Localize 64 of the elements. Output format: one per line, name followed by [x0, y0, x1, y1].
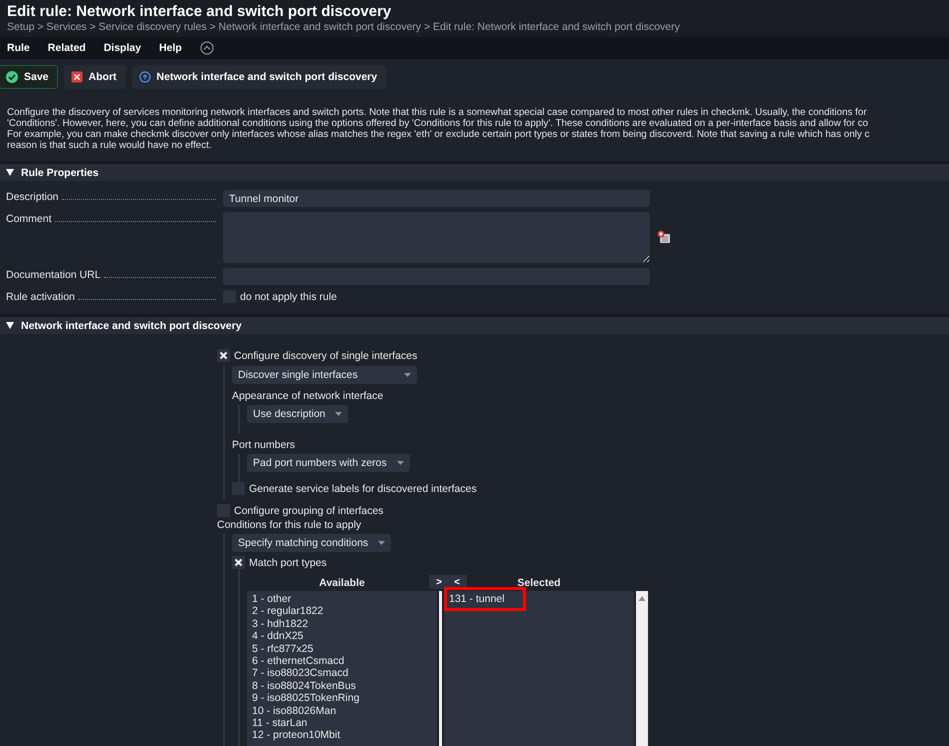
page-title: Edit rule: Network interface and switch port discovery	[7, 3, 392, 20]
arrow-up-icon	[138, 71, 151, 83]
field-label: Conditions for this rule to apply	[217, 519, 362, 531]
list-item[interactable]: 1 - other	[252, 593, 292, 606]
menu-item[interactable]: Related	[48, 42, 86, 54]
field-label: Port numbers	[232, 439, 296, 451]
checkbox-label: Configure discovery of single interfaces	[234, 350, 418, 362]
section-title[interactable]: Network interface and switch port discovery	[21, 320, 242, 332]
dropdown[interactable]: Discover single interfaces	[232, 366, 417, 384]
list-item[interactable]: 10 - iso88026Man	[252, 704, 336, 718]
checkbox[interactable]	[232, 556, 245, 569]
list-item[interactable]: 11 - starLan	[252, 717, 308, 730]
section-title[interactable]: Rule Properties	[21, 166, 99, 178]
checkbox[interactable]	[217, 349, 230, 362]
caret-icon	[404, 372, 411, 378]
dropdown[interactable]: Use description	[247, 405, 348, 423]
timestamp-icon[interactable]	[657, 230, 671, 244]
checkbox-label: Generate service labels for discovered interfaces	[249, 482, 477, 494]
list-item[interactable]: 4 - ddnX25	[252, 630, 304, 643]
caret-icon	[378, 540, 386, 546]
help-text: reason is that such a rule would have no effect.	[7, 140, 213, 151]
list-heading: Selected	[517, 577, 561, 589]
close-icon	[70, 71, 83, 83]
list-item[interactable]: 8 - iso88024TokenBus	[252, 680, 356, 692]
scrollbar[interactable]	[439, 591, 442, 746]
menu-item[interactable]: Help	[159, 42, 182, 54]
available-list[interactable]: 1 - other 2 - regular1822 3 - hdh1822 4 - ddnX25 5 - rfc877x25 6 - ethernetCsmacd 7 - iso88023Csmacd 8 - iso88024TokenBus 9 - iso88025TokenRing 10 - iso88026Man 11 - starLan 12 - proteon10Mbit	[247, 591, 437, 746]
field-label: Comment	[6, 213, 52, 225]
menu-item[interactable]: Display	[104, 42, 142, 54]
list-item[interactable]: 7 - iso88023Csmacd	[252, 667, 348, 680]
dropdown[interactable]: Specify matching conditions	[232, 534, 392, 552]
menu-item[interactable]: Rule	[7, 42, 30, 54]
checkbox-label: Match port types	[249, 556, 327, 568]
list-item[interactable]: 12 - proteon10Mbit	[252, 729, 340, 742]
dropdown[interactable]: Pad port numbers with zeros	[247, 454, 410, 472]
breadcrumb: Setup > Services > Service discovery rules > Network interface and switch port discovery > Edit rule: Network interface and switch port discovery	[7, 21, 681, 33]
link-button[interactable]: Network interface and switch port discovery	[132, 65, 386, 89]
list-item[interactable]: 5 - rfc877x25	[252, 642, 314, 656]
field-label: Appearance of network interface	[232, 390, 384, 402]
field-label: Documentation URL	[6, 269, 101, 281]
help-text: For example, you can make checkmk discover only interfaces whose alias matches the regex 'eth' or exclude certain port types or states from being discoverd. Note that saving a rule which has only c	[7, 129, 870, 140]
caret-icon	[335, 412, 342, 416]
abort-button[interactable]: Abort	[64, 65, 126, 89]
list-item[interactable]: 2 - regular1822	[252, 605, 324, 618]
list-item[interactable]: 6 - ethernetCsmacd	[252, 655, 344, 668]
comment-field[interactable]	[223, 212, 650, 263]
help-text: 'Conditions'. However, here, you can define additional conditions using the options offered by 'Conditions for this rule to apply'. These conditions are evaluated on a per-interface basis and allow for co	[7, 118, 870, 129]
checkbox-label: do not apply this rule	[240, 290, 337, 302]
text-field[interactable]: Tunnel monitor	[223, 190, 650, 207]
collapse-icon[interactable]	[200, 41, 214, 55]
scrollbar[interactable]	[636, 591, 648, 746]
checkbox-label: Configure grouping of interfaces	[234, 504, 384, 516]
field-label: Description	[6, 191, 59, 203]
field-label: Rule activation	[6, 291, 75, 303]
help-text: Configure the discovery of services monitoring network interfaces and switch ports. Note that this rule is a somewhat special case compared to most other rules in checkmk. Usually, the conditions for	[7, 107, 868, 118]
list-item[interactable]: 3 - hdh1822	[252, 618, 308, 630]
list-heading: Available	[319, 577, 365, 589]
expanded-icon[interactable]	[6, 322, 14, 329]
caret-icon	[396, 460, 404, 466]
save-button[interactable]: Save	[0, 65, 58, 89]
list-item[interactable]: 131 - tunnel	[449, 593, 504, 605]
expanded-icon[interactable]	[6, 169, 14, 176]
list-item[interactable]: 9 - iso88025TokenRing	[252, 692, 360, 705]
checkmark-icon	[6, 71, 18, 83]
